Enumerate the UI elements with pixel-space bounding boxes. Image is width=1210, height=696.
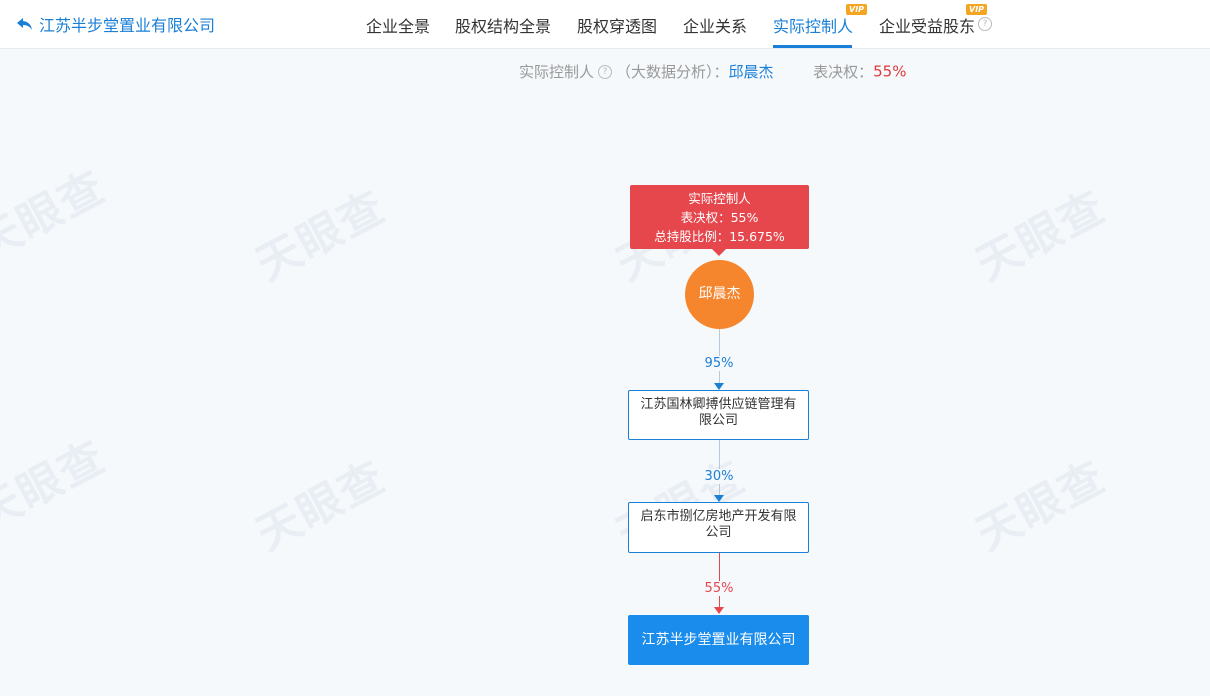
shareholder-company-node[interactable]: 江苏国林卿搏供应链管理有限公司 <box>628 390 809 440</box>
company-title: 江苏半步堂置业有限公司 <box>39 16 216 35</box>
help-icon[interactable]: ? <box>598 64 613 79</box>
arrow-down-icon <box>714 607 724 614</box>
controller-info-card: 实际控制人 表决权：55% 总持股比例：15.675% <box>630 185 809 256</box>
controller-summary: 实际控制人? （大数据分析）：邱晨杰 表决权：55% <box>519 61 906 82</box>
summary-vote-value: 55% <box>873 62 907 81</box>
back-arrow-icon <box>17 18 32 30</box>
tab-equity-structure[interactable]: 股权结构全景 <box>455 13 551 37</box>
summary-method: （大数据分析）： <box>616 63 729 81</box>
edge-line <box>719 440 720 496</box>
tab-equity-penetration[interactable]: 股权穿透图 <box>577 13 657 37</box>
person-node[interactable]: 邱晨杰 <box>685 260 754 329</box>
vip-badge: VIP <box>846 4 868 15</box>
help-icon[interactable]: ? <box>978 17 992 31</box>
controller-card-vote: 表决权：55% <box>680 210 759 225</box>
watermark: 天眼查 <box>248 451 395 561</box>
tab-enterprise-relations[interactable]: 企业关系 <box>683 13 747 37</box>
back-button[interactable]: 江苏半步堂置业有限公司 <box>16 12 215 36</box>
watermark: 天眼查 <box>968 451 1115 561</box>
watermark: 天眼查 <box>248 181 395 291</box>
summary-controller-name[interactable]: 邱晨杰 <box>729 63 774 81</box>
edge-percentage: 95% <box>689 356 749 371</box>
target-company-node[interactable]: 江苏半步堂置业有限公司 <box>628 615 809 665</box>
summary-label: 实际控制人 <box>519 63 595 81</box>
summary-vote-label: 表决权： <box>813 63 874 81</box>
shareholder-company-node[interactable]: 启东市捌亿房地产开发有限公司 <box>628 502 809 553</box>
edge-percentage: 30% <box>689 469 749 484</box>
vip-badge: VIP <box>966 4 988 15</box>
edge-percentage: 55% <box>689 581 749 596</box>
watermark: 天眼查 <box>0 161 115 271</box>
top-nav-bar: 江苏半步堂置业有限公司 企业全景 股权结构全景 股权穿透图 企业关系 实际控制人… <box>0 0 1210 49</box>
arrow-down-icon <box>714 495 724 502</box>
controller-card-title: 实际控制人 <box>688 191 751 206</box>
arrow-down-icon <box>714 383 724 390</box>
watermark: 天眼查 <box>968 181 1115 291</box>
active-tab-underline <box>773 45 852 48</box>
watermark: 天眼查 <box>0 431 115 541</box>
card-pointer <box>712 249 726 256</box>
tab-beneficial-shareholders[interactable]: 企业受益股东 <box>879 13 975 37</box>
controller-card-holding: 总持股比例：15.675% <box>654 229 785 244</box>
tab-actual-controller[interactable]: 实际控制人 <box>773 13 853 37</box>
tab-enterprise-overview[interactable]: 企业全景 <box>366 13 430 37</box>
